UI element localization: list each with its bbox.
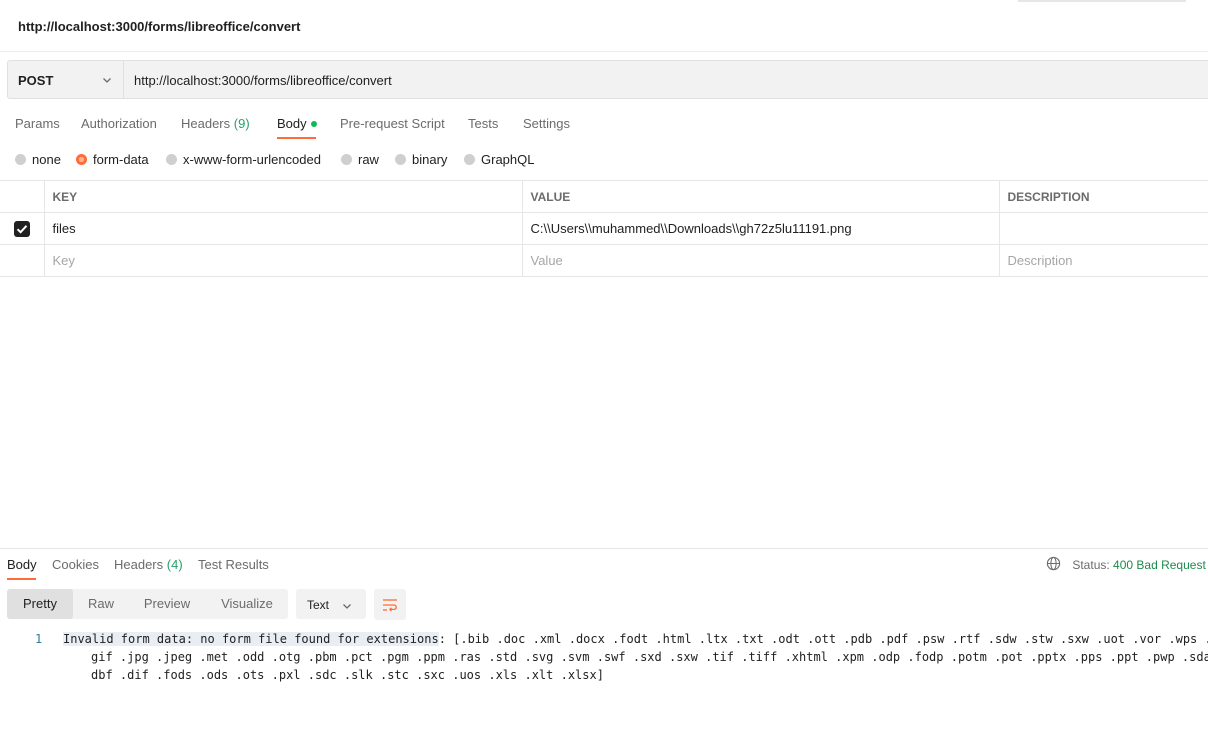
response-tab-body[interactable]: Body (7, 557, 37, 572)
table-row: files C:\\Users\\muhammed\\Downloads\\gh… (0, 212, 1208, 245)
description-cell[interactable] (998, 212, 1208, 245)
tab-authorization[interactable]: Authorization (81, 116, 157, 131)
radio-raw[interactable]: raw (341, 152, 379, 167)
radio-urlencoded-label: x-www-form-urlencoded (183, 152, 321, 167)
radio-icon (15, 154, 26, 166)
url-bar: POST http://localhost:3000/forms/libreof… (7, 60, 1208, 99)
view-preview-button[interactable]: Preview (139, 589, 195, 619)
code-line-3: dbf .dif .fods .ods .ots .pxl .sdc .slk … (91, 668, 604, 682)
radio-icon (166, 154, 177, 166)
radio-graphql-label: GraphQL (481, 152, 535, 167)
active-tab-underline (277, 137, 316, 139)
radio-icon (395, 154, 406, 166)
response-tab-headers-count: (4) (166, 557, 183, 572)
status-label: Status: (1072, 558, 1110, 573)
radio-raw-label: raw (358, 152, 379, 167)
table-row-empty: Key Value Description (0, 244, 1208, 277)
view-pretty-button[interactable]: Pretty (7, 589, 73, 619)
value-placeholder[interactable]: Value (521, 244, 1000, 277)
empty-checkbox-cell (0, 244, 45, 277)
method-select[interactable]: POST (8, 61, 124, 98)
radio-none[interactable]: none (15, 152, 61, 167)
code-line-2: gif .jpg .jpeg .met .odd .otg .pbm .pct … (91, 650, 1208, 664)
tab-settings[interactable]: Settings (523, 116, 570, 131)
column-header-value: VALUE (521, 180, 1000, 213)
radio-none-label: none (32, 152, 61, 167)
response-divider (0, 548, 1208, 549)
chevron-down-icon (342, 599, 352, 614)
key-cell[interactable]: files (43, 212, 523, 245)
code-line-1-rest: : [.bib .doc .xml .docx .fodt .html .ltx… (438, 632, 1208, 646)
format-select-label: Text (307, 598, 330, 612)
tab-pre-request-script[interactable]: Pre-request Script (340, 116, 445, 131)
format-select[interactable]: Text (296, 589, 366, 619)
word-wrap-icon (382, 597, 398, 616)
chevron-down-icon (102, 73, 112, 88)
view-mode-group: Pretty Raw Preview Visualize (7, 589, 288, 619)
header-checkbox-cell (0, 180, 45, 213)
radio-form-data[interactable]: form-data (76, 152, 149, 167)
response-tab-test-results[interactable]: Test Results (198, 557, 269, 572)
radio-x-www-form-urlencoded[interactable]: x-www-form-urlencoded (166, 152, 321, 167)
tab-body-label: Body (277, 116, 307, 131)
tab-headers-label: Headers (181, 116, 231, 131)
tab-headers-count: (9) (233, 116, 250, 131)
column-header-description: DESCRIPTION (998, 180, 1208, 213)
line-number: 1 (35, 632, 43, 646)
checkbox-checked-icon[interactable] (13, 220, 30, 237)
radio-selected-icon (76, 154, 87, 166)
status-area: Status: 400 Bad Request (1046, 556, 1206, 575)
word-wrap-button[interactable] (374, 589, 406, 620)
response-tab-headers-label: Headers (114, 557, 164, 572)
radio-icon (464, 154, 475, 166)
view-raw-button[interactable]: Raw (83, 589, 119, 619)
radio-graphql[interactable]: GraphQL (464, 152, 534, 167)
row-checkbox-cell (0, 212, 45, 245)
tab-params[interactable]: Params (15, 116, 60, 131)
radio-binary-label: binary (412, 152, 448, 167)
radio-icon (341, 154, 352, 166)
column-header-key: KEY (43, 180, 523, 213)
description-placeholder[interactable]: Description (998, 244, 1208, 277)
status-code[interactable]: 400 Bad Request (1113, 558, 1206, 572)
top-tab-strip (1018, 0, 1186, 2)
radio-binary[interactable]: binary (395, 152, 447, 167)
key-placeholder[interactable]: Key (43, 244, 523, 277)
tab-headers[interactable]: Headers (9) (181, 116, 250, 131)
request-title: http://localhost:3000/forms/libreoffice/… (18, 19, 301, 34)
highlighted-text: Invalid form data: no form file found fo… (63, 632, 439, 646)
tab-tests[interactable]: Tests (468, 116, 498, 131)
view-visualize-button[interactable]: Visualize (215, 589, 279, 619)
divider (0, 51, 1208, 52)
table-header-row: KEY VALUE DESCRIPTION (0, 180, 1208, 213)
method-label: POST (18, 73, 54, 88)
value-cell[interactable]: C:\\Users\\muhammed\\Downloads\\gh72z5lu… (521, 212, 1000, 245)
globe-icon[interactable] (1046, 556, 1061, 574)
response-tab-headers[interactable]: Headers (4) (114, 557, 183, 572)
url-input[interactable]: http://localhost:3000/forms/libreoffice/… (134, 73, 392, 88)
code-line-1: Invalid form data: no form file found fo… (63, 632, 1208, 646)
response-tab-cookies[interactable]: Cookies (52, 557, 99, 572)
tab-body[interactable]: Body (277, 116, 317, 131)
radio-form-data-label: form-data (93, 152, 149, 167)
form-data-table: KEY VALUE DESCRIPTION files C:\\Users\\m… (0, 180, 1208, 277)
response-tab-underline (7, 578, 36, 580)
body-indicator-dot (310, 120, 317, 127)
